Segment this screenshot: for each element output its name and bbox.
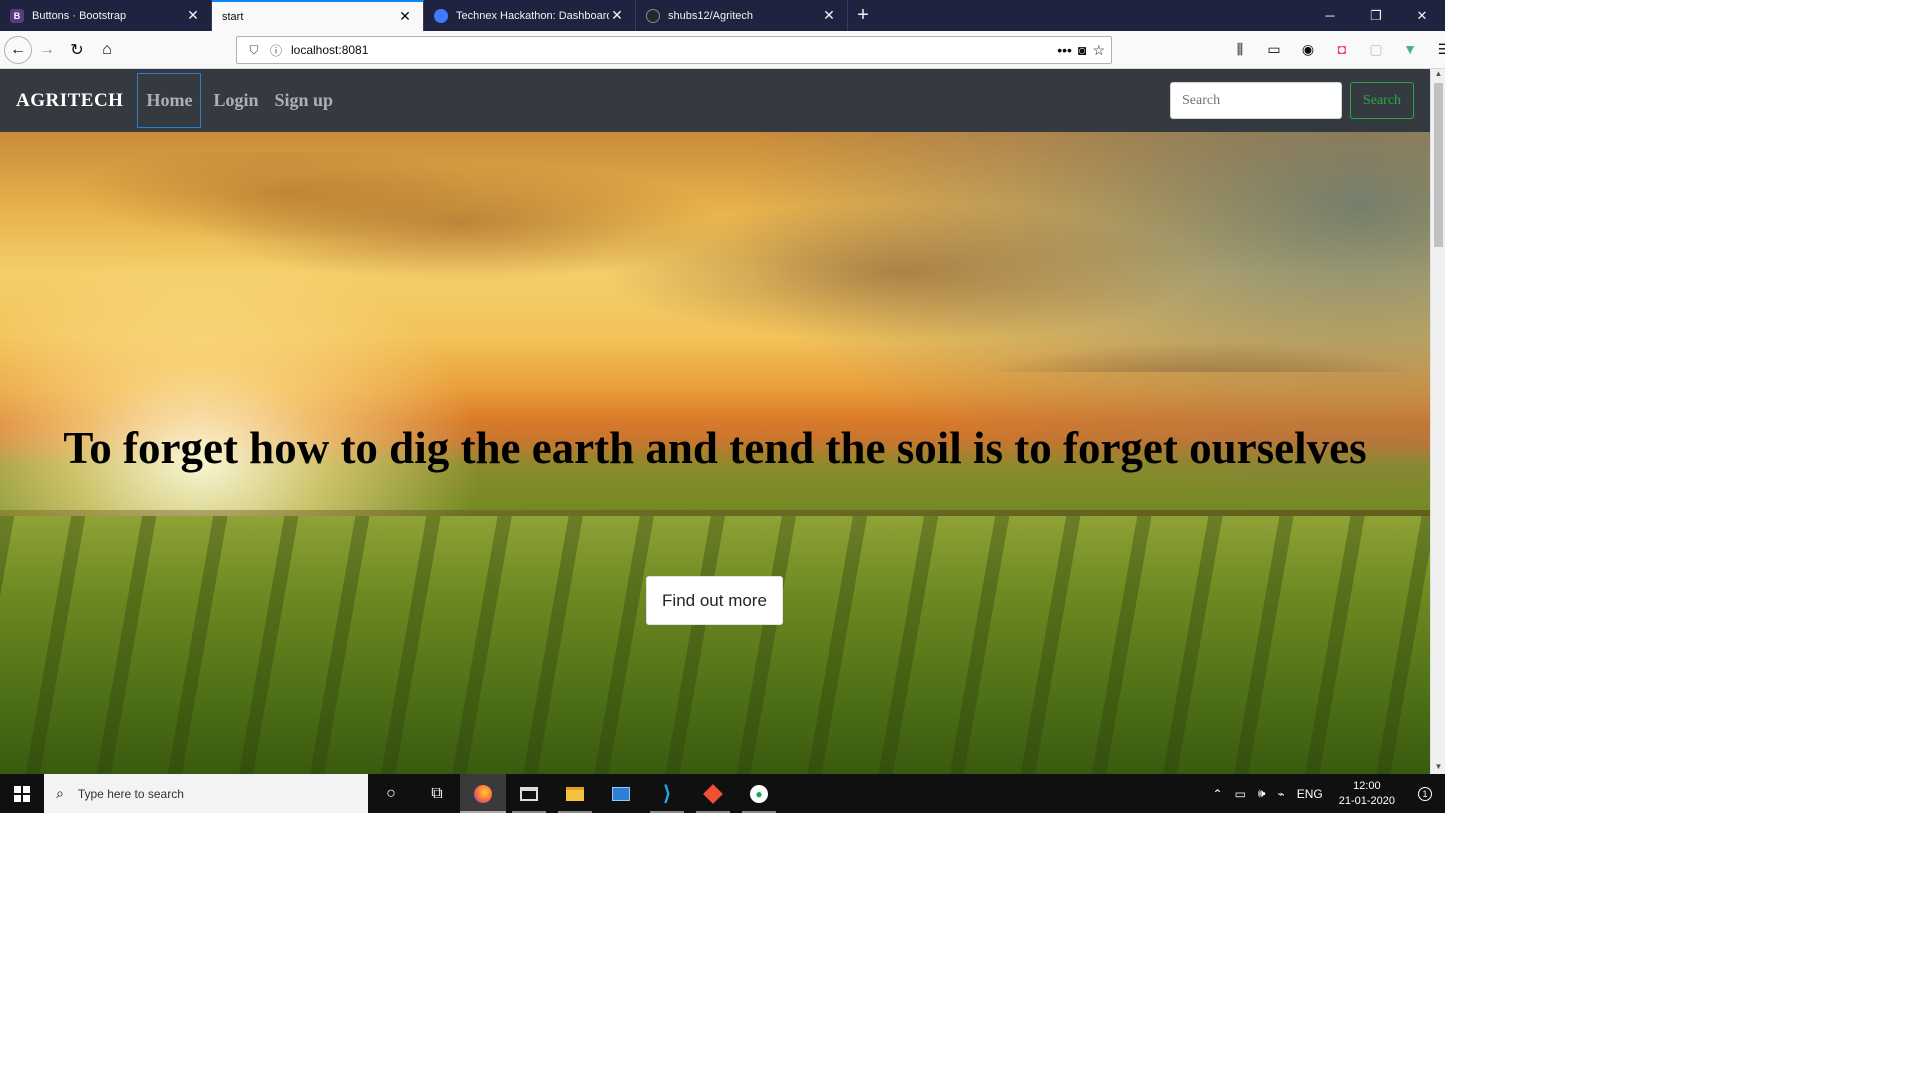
git-icon[interactable] — [690, 774, 736, 813]
close-icon[interactable]: ✕ — [821, 7, 837, 24]
close-window-icon[interactable]: ✕ — [1399, 0, 1445, 31]
mail-icon[interactable] — [598, 774, 644, 813]
tab-start[interactable]: start ✕ — [212, 0, 424, 31]
sidebar-icon[interactable]: ▭ — [1259, 35, 1289, 63]
forward-arrow-icon[interactable]: → — [32, 36, 62, 64]
nav-link-home[interactable]: Home — [137, 73, 202, 128]
search-input[interactable] — [1170, 82, 1342, 119]
tab-title: start — [222, 10, 244, 23]
task-view-icon[interactable]: ⧉ — [414, 774, 460, 813]
tab-bootstrap-buttons[interactable]: B Buttons · Bootstrap ✕ — [0, 0, 212, 31]
close-icon[interactable]: ✕ — [609, 7, 625, 24]
windows-taskbar: ⌕ Type here to search ○ ⧉ ⟩ ● ⌃ ▭ 🕪 ⌁ EN… — [0, 774, 1445, 813]
search-icon: ⌕ — [56, 785, 64, 801]
pocket-extension-icon[interactable]: ◘ — [1327, 35, 1357, 63]
account-icon[interactable]: ◉ — [1293, 35, 1323, 63]
taskbar-search-placeholder[interactable]: Type here to search — [78, 787, 184, 801]
vue-devtools-icon[interactable]: ▼ — [1395, 35, 1425, 63]
firefox-icon[interactable] — [460, 774, 506, 813]
close-icon[interactable]: ✕ — [185, 7, 201, 24]
restore-icon[interactable]: ❐ — [1353, 0, 1399, 31]
url-actions: ••• ◙ ☆ — [1057, 42, 1105, 59]
hero-title: To forget how to dig the earth and tend … — [63, 423, 1367, 473]
battery-icon[interactable]: ▭ — [1229, 787, 1252, 801]
windows-logo-icon — [14, 785, 30, 802]
screen: B Buttons · Bootstrap ✕ start ✕ Technex … — [0, 0, 1445, 813]
home-icon[interactable]: ⌂ — [92, 36, 122, 64]
menu-icon[interactable]: ☰ — [1429, 35, 1445, 63]
close-icon[interactable]: ✕ — [397, 8, 413, 25]
bookmark-star-icon[interactable]: ☆ — [1092, 42, 1105, 59]
back-arrow-icon[interactable]: ← — [4, 35, 32, 64]
bootstrap-favicon-icon: B — [10, 8, 24, 23]
tab-title: Buttons · Bootstrap — [32, 9, 127, 22]
dashboard-favicon-icon — [434, 8, 448, 23]
language-indicator[interactable]: ENG — [1291, 787, 1329, 801]
tab-github-agritech[interactable]: shubs12/Agritech ✕ — [636, 0, 848, 31]
action-center-icon[interactable]: 1 — [1405, 774, 1445, 813]
page-viewport: AGRITECH Home Login Sign up Search To fo… — [0, 69, 1430, 774]
tab-strip: B Buttons · Bootstrap ✕ start ✕ Technex … — [0, 0, 1445, 31]
site-navbar: AGRITECH Home Login Sign up Search — [0, 69, 1430, 132]
notification-count: 1 — [1418, 786, 1432, 801]
scroll-thumb[interactable] — [1434, 83, 1443, 247]
scroll-down-icon[interactable]: ▼ — [1431, 762, 1445, 774]
search-button[interactable]: Search — [1350, 82, 1414, 119]
search-form: Search — [1170, 82, 1414, 119]
tab-title: Technex Hackathon: Dashboard — [456, 9, 609, 22]
library-icon[interactable]: ⫼ — [1225, 35, 1255, 63]
github-favicon-icon — [646, 8, 660, 23]
mongodb-compass-icon[interactable]: ● — [736, 774, 782, 813]
tab-title: shubs12/Agritech — [668, 9, 753, 22]
shield-icon[interactable]: ⛉ — [243, 43, 265, 58]
url-bar[interactable]: ⛉ ⓘ localhost:8081 ••• ◙ ☆ — [236, 36, 1112, 64]
clock-time: 12:00 — [1353, 779, 1381, 792]
new-tab-button[interactable]: + — [848, 0, 878, 31]
clock[interactable]: 12:00 21-01-2020 — [1329, 779, 1405, 809]
nav-link-signup[interactable]: Sign up — [266, 76, 341, 125]
info-icon[interactable]: ⓘ — [265, 42, 287, 59]
page-scrollbar[interactable]: ▲ ▼ — [1430, 69, 1445, 774]
file-explorer-icon[interactable] — [552, 774, 598, 813]
clouds — [0, 152, 1430, 372]
browser-toolbar: ← → ↻ ⌂ ⛉ ⓘ localhost:8081 ••• ◙ ☆ ⫼ ▭ ◉… — [0, 31, 1445, 69]
crop-field — [0, 516, 1430, 774]
chevron-up-icon[interactable]: ⌃ — [1207, 787, 1229, 801]
window-controls: ─ ❐ ✕ — [1307, 0, 1445, 31]
scroll-up-icon[interactable]: ▲ — [1431, 69, 1445, 81]
minimize-icon[interactable]: ─ — [1307, 0, 1353, 31]
nav-link-login[interactable]: Login — [205, 76, 266, 125]
taskbar-search[interactable]: ⌕ Type here to search — [44, 774, 368, 813]
url-text[interactable]: localhost:8081 — [287, 43, 1057, 57]
clock-date: 21-01-2020 — [1338, 794, 1395, 807]
find-out-more-button[interactable]: Find out more — [646, 576, 783, 625]
network-icon[interactable]: ⌁ — [1271, 787, 1290, 801]
cortana-icon[interactable]: ○ — [368, 774, 414, 813]
pocket-icon[interactable]: ◙ — [1078, 42, 1086, 59]
hero-section: To forget how to dig the earth and tend … — [0, 132, 1430, 774]
toolbar-right: ⫼ ▭ ◉ ◘ ▢ ▼ ☰ — [1225, 35, 1445, 63]
windows-start-button[interactable] — [0, 774, 44, 813]
system-tray: ⌃ ▭ 🕪 ⌁ ENG 12:00 21-01-2020 1 — [1207, 774, 1446, 813]
brand-logo[interactable]: AGRITECH — [16, 90, 123, 112]
volume-icon[interactable]: 🕪 — [1252, 786, 1272, 801]
vscode-icon[interactable]: ⟩ — [644, 774, 690, 813]
extension-icon[interactable]: ▢ — [1361, 35, 1391, 63]
tab-technex-dashboard[interactable]: Technex Hackathon: Dashboard ✕ — [424, 0, 636, 31]
terminal-icon[interactable] — [506, 774, 552, 813]
reload-icon[interactable]: ↻ — [62, 36, 92, 64]
more-actions-icon[interactable]: ••• — [1057, 42, 1072, 59]
